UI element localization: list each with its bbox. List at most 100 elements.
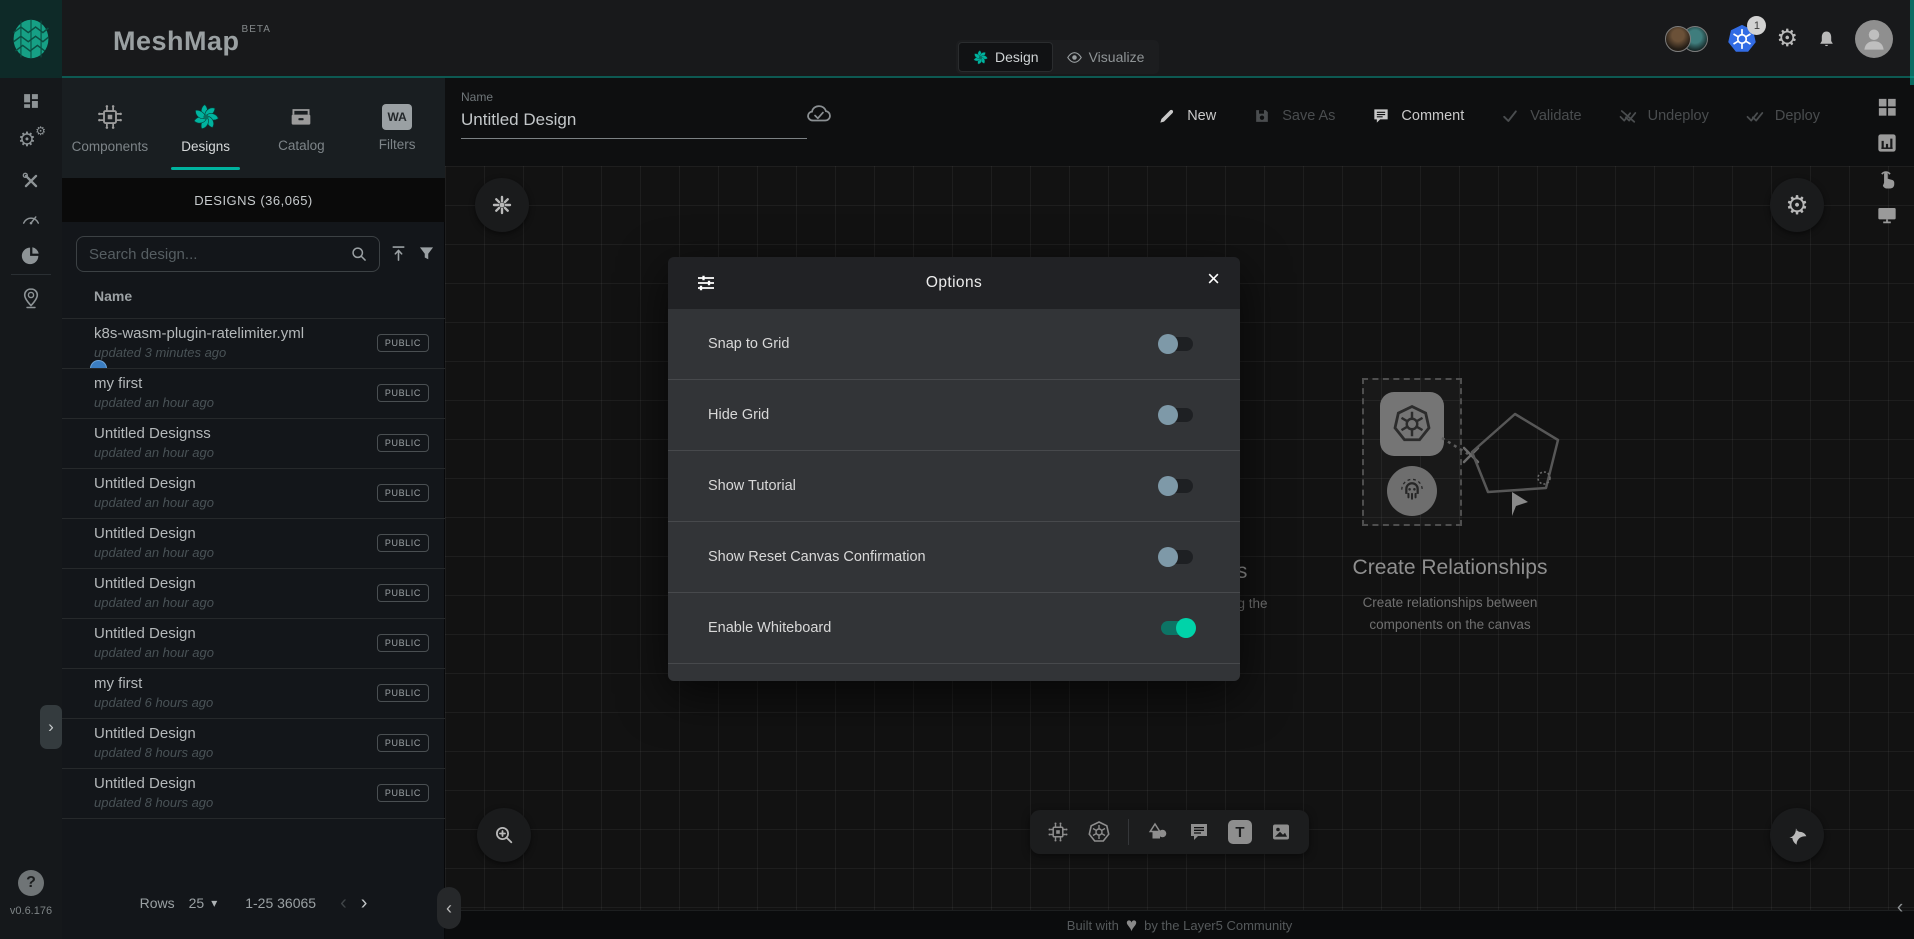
dock-panel-grid-icon[interactable]	[1873, 94, 1901, 120]
design-list-item[interactable]: Untitled Design updated an hour ago PUBL…	[62, 468, 445, 518]
nav-performance-icon[interactable]	[0, 208, 62, 230]
option-toggle[interactable]	[1158, 334, 1196, 354]
design-updated: updated 6 hours ago	[94, 695, 213, 710]
app-footer: Built with ♥ by the Layer5 Community	[445, 910, 1914, 939]
design-list-item[interactable]: Untitled Design updated an hour ago PUBL…	[62, 618, 445, 668]
design-list-item[interactable]: my first updated an hour ago PUBLIC	[62, 368, 445, 418]
layer5-logo[interactable]	[0, 0, 62, 78]
app-header: MeshMapBETA Design Visualize 1 ⚙	[0, 0, 1914, 78]
tab-components-label: Components	[72, 139, 149, 154]
rail-divider	[11, 274, 51, 275]
pagination-range: 1-25 36065	[245, 895, 316, 911]
search-icon[interactable]	[349, 244, 369, 264]
collapse-panel-handle[interactable]: ‹	[437, 887, 461, 929]
option-toggle[interactable]	[1158, 405, 1196, 425]
dock-image-icon[interactable]	[1269, 820, 1293, 844]
nav-lifecycle-icon[interactable]: ⚙⚙	[0, 128, 62, 154]
option-row: Enable Whiteboard	[668, 593, 1240, 664]
option-label: Enable Whiteboard	[708, 620, 831, 636]
option-label: Snap to Grid	[708, 336, 789, 352]
dock-panel-chart-icon[interactable]	[1873, 130, 1901, 156]
validate-button[interactable]: Validate	[1500, 106, 1581, 126]
design-list-item[interactable]: Untitled Design updated an hour ago PUBL…	[62, 568, 445, 618]
dock-shapes-icon[interactable]	[1146, 820, 1170, 844]
collaborator-avatars[interactable]	[1665, 26, 1708, 52]
comment-button[interactable]: Comment	[1371, 106, 1464, 126]
design-visibility-badge: PUBLIC	[377, 334, 429, 352]
zoom-in-button[interactable]	[477, 808, 531, 862]
next-page-button[interactable]: ›	[361, 893, 368, 913]
design-visibility-badge: PUBLIC	[377, 534, 429, 552]
user-avatar[interactable]	[1855, 20, 1893, 58]
previous-page-button[interactable]: ‹	[340, 893, 347, 913]
header-actions: 1 ⚙	[1665, 0, 1893, 78]
tab-filters[interactable]: WA Filters	[349, 78, 445, 178]
design-list-item[interactable]: k8s-wasm-plugin-ratelimiter.yml updated …	[62, 318, 445, 368]
rows-per-page-select[interactable]: 25 ▾	[189, 895, 218, 911]
help-button[interactable]: ?	[0, 870, 62, 896]
filter-funnel-icon[interactable]	[416, 243, 437, 264]
nav-meshmap-pin-icon[interactable]	[0, 286, 62, 310]
design-list-item[interactable]: my first updated 6 hours ago PUBLIC	[62, 668, 445, 718]
design-list-item[interactable]: Untitled Designss updated an hour ago PU…	[62, 418, 445, 468]
settings-gear-icon[interactable]: ⚙	[1776, 27, 1798, 51]
comment-icon	[1371, 106, 1391, 126]
tab-design[interactable]: Design	[958, 42, 1053, 72]
nav-configuration-icon[interactable]	[0, 170, 62, 192]
tab-visualize[interactable]: Visualize	[1053, 42, 1158, 72]
design-list-item[interactable]: Untitled Design updated 8 hours ago PUBL…	[62, 768, 445, 818]
nav-dashboard-icon[interactable]	[0, 90, 62, 112]
design-updated: updated an hour ago	[94, 495, 214, 510]
footer-text-prefix: Built with	[1067, 918, 1119, 933]
list-end-divider	[62, 818, 445, 819]
close-icon[interactable]: ×	[1207, 268, 1220, 290]
notifications-bell-icon[interactable]	[1815, 28, 1838, 51]
deploy-button-label: Deploy	[1775, 108, 1820, 124]
expand-right-panel-handle[interactable]: ‹	[1888, 887, 1912, 929]
design-updated: updated an hour ago	[94, 445, 214, 460]
tab-designs[interactable]: Designs	[158, 78, 254, 178]
design-list-item[interactable]: Untitled Design updated 8 hours ago PUBL…	[62, 718, 445, 768]
dock-comment-icon[interactable]	[1187, 820, 1211, 844]
design-name-input[interactable]	[461, 104, 807, 138]
canvas-settings-button[interactable]	[475, 178, 529, 232]
hint-kubernetes-icon	[1380, 392, 1444, 456]
beta-tag: BETA	[242, 24, 271, 35]
tab-catalog[interactable]: Catalog	[254, 78, 350, 178]
expand-rail-button[interactable]: ›	[40, 705, 62, 749]
tab-design-label: Design	[995, 49, 1039, 65]
dock-kubernetes-icon[interactable]	[1087, 820, 1111, 844]
option-row: Show Tutorial	[668, 451, 1240, 522]
import-design-icon[interactable]	[388, 243, 409, 264]
option-label: Show Tutorial	[708, 478, 796, 494]
dock-components-icon[interactable]	[1046, 820, 1070, 844]
tab-designs-label: Designs	[181, 139, 230, 154]
design-visibility-badge: PUBLIC	[377, 634, 429, 652]
tab-components[interactable]: Components	[62, 78, 158, 178]
option-toggle[interactable]	[1158, 618, 1196, 638]
footer-text-suffix: by the Layer5 Community	[1144, 918, 1292, 933]
option-toggle[interactable]	[1158, 476, 1196, 496]
deploy-button[interactable]: Deploy	[1745, 106, 1820, 126]
nav-extensions-icon[interactable]	[0, 244, 62, 266]
design-updated: updated an hour ago	[94, 595, 214, 610]
dock-panel-monitor-icon[interactable]	[1873, 202, 1901, 228]
design-list: k8s-wasm-plugin-ratelimiter.yml updated …	[62, 318, 445, 818]
design-name: my first	[94, 375, 142, 392]
dock-panel-touch-icon[interactable]	[1873, 166, 1901, 192]
save-as-button[interactable]: Save As	[1252, 106, 1335, 126]
dove-button[interactable]	[1770, 808, 1824, 862]
design-updated: updated an hour ago	[94, 545, 214, 560]
option-toggle[interactable]	[1158, 547, 1196, 567]
pencil-icon	[1157, 106, 1177, 126]
undeploy-button[interactable]: Undeploy	[1618, 106, 1709, 126]
design-list-item[interactable]: Untitled Design updated an hour ago PUBL…	[62, 518, 445, 568]
hint-relationship-scene	[1440, 396, 1580, 526]
design-search-input[interactable]	[87, 245, 349, 264]
design-search	[76, 236, 380, 272]
canvas-gear-button[interactable]: ⚙	[1770, 178, 1824, 232]
dock-divider	[1128, 819, 1129, 845]
dock-text-tool-icon[interactable]: T	[1228, 820, 1252, 844]
new-button[interactable]: New	[1157, 106, 1216, 126]
kubernetes-context-button[interactable]: 1	[1725, 22, 1759, 56]
